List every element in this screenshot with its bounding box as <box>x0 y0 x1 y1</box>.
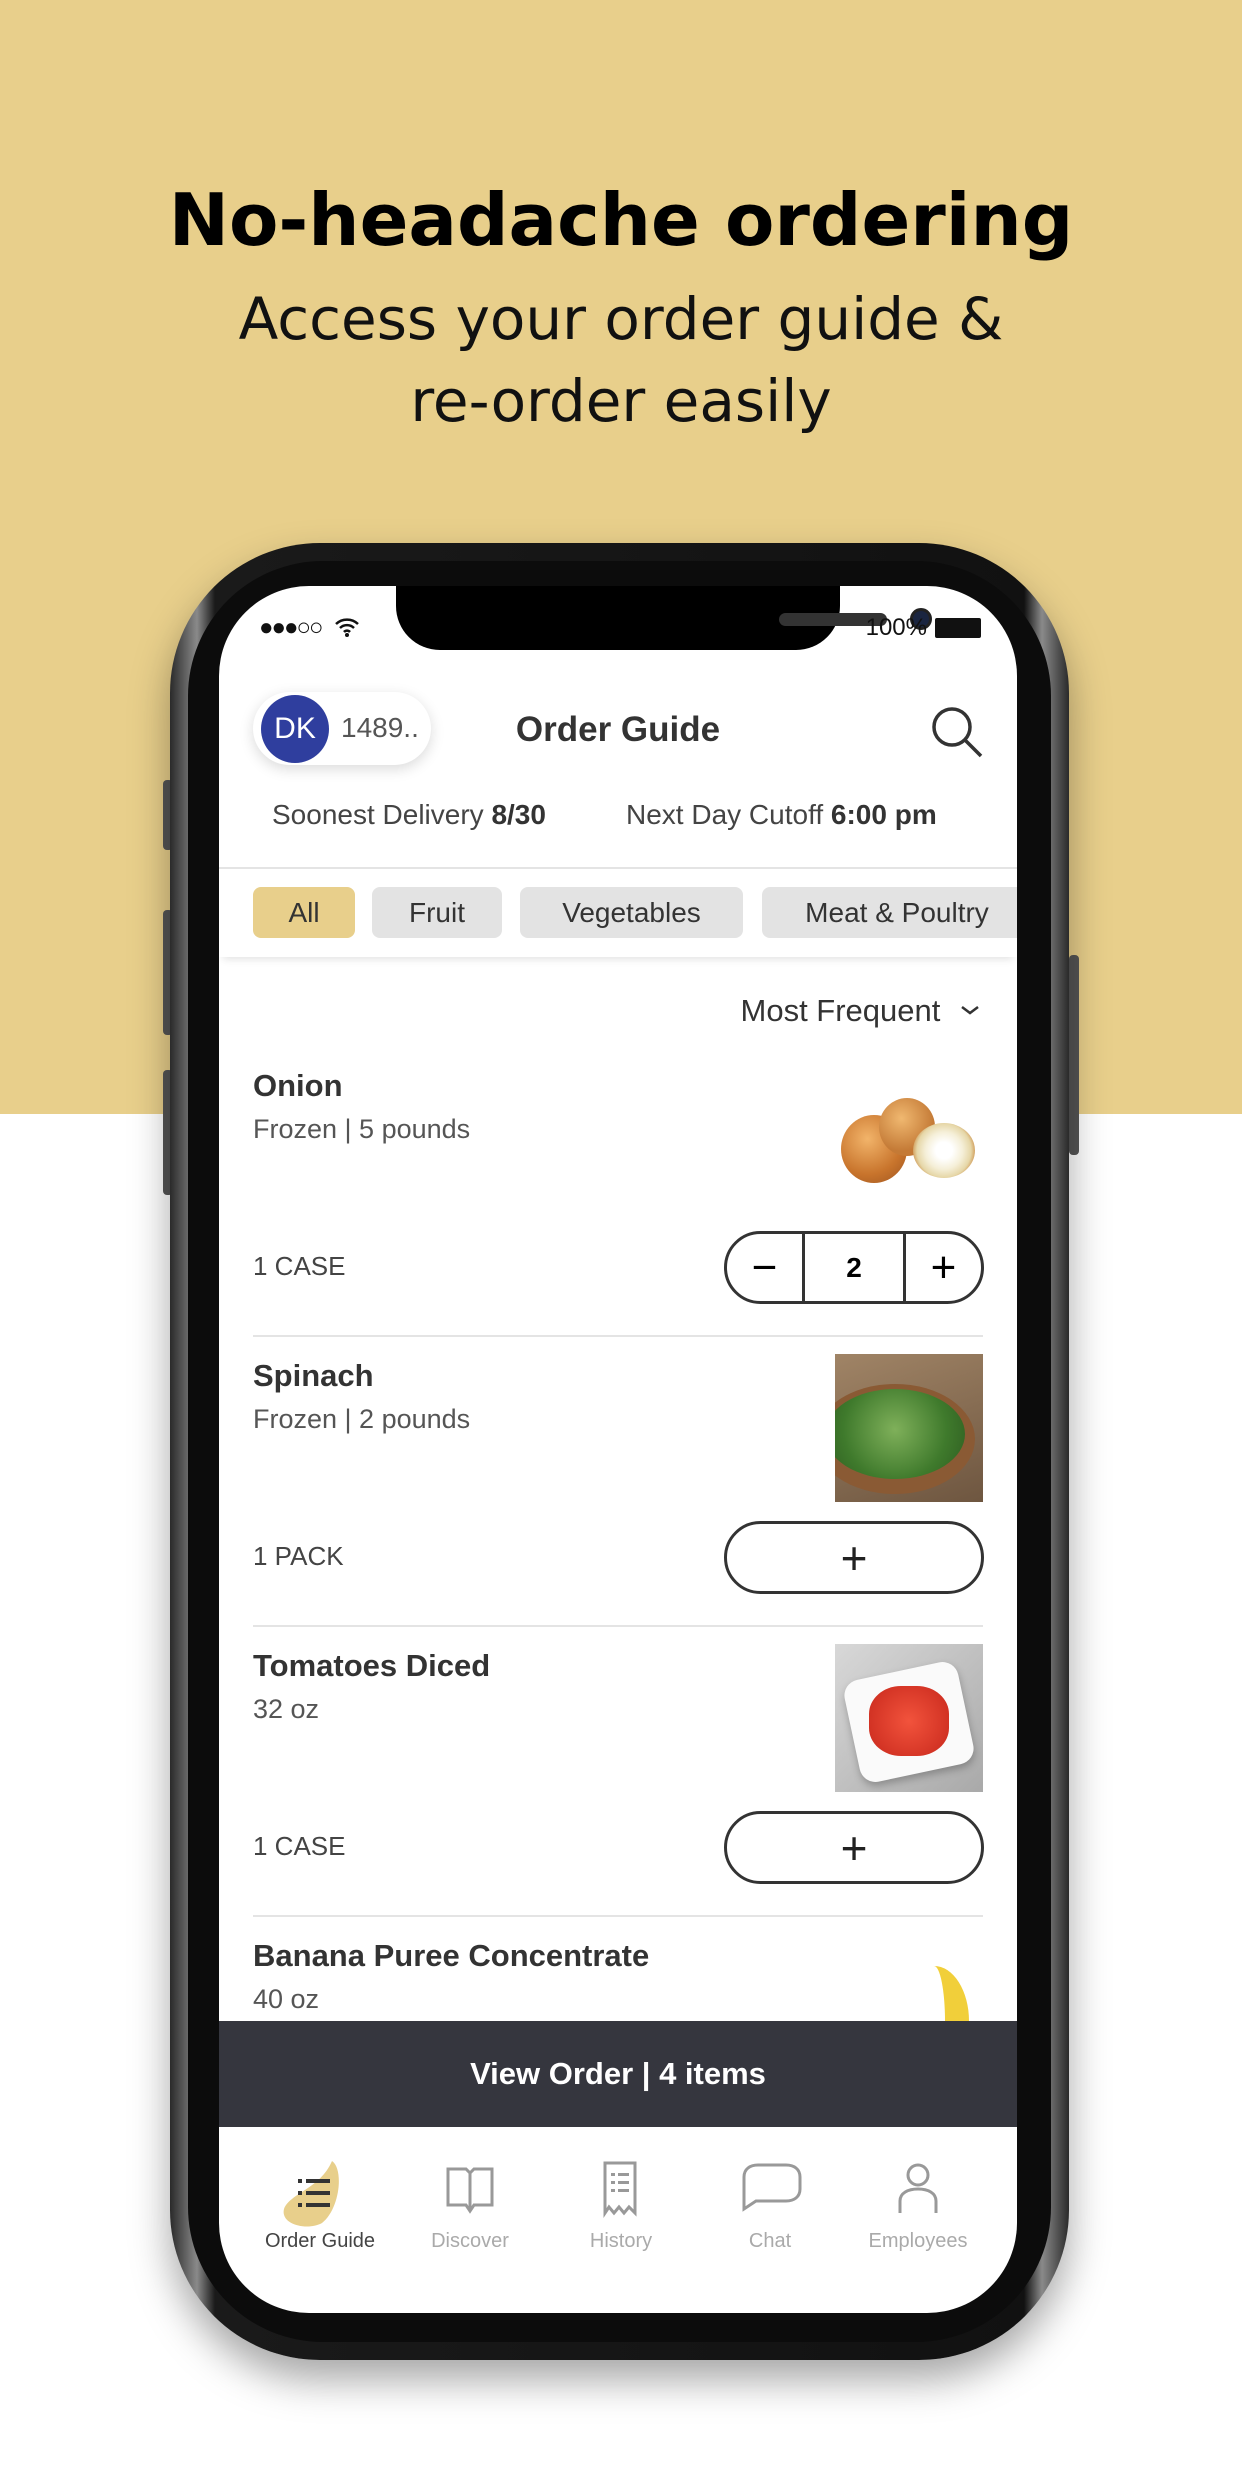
quantity-stepper: − 2 + <box>724 1231 984 1304</box>
view-order-button[interactable]: View Order | 4 items <box>219 2021 1017 2127</box>
page-title: Order Guide <box>515 710 721 749</box>
wifi-icon <box>335 618 360 637</box>
list-item: Tomatoes Diced 32 oz 1 CASE + <box>219 1636 1017 1926</box>
tab-label: Order Guide <box>264 2230 376 2252</box>
sort-dropdown[interactable]: Most Frequent <box>741 993 982 1029</box>
item-name: Onion <box>253 1068 343 1103</box>
hero-title: No-headache ordering <box>168 178 1074 262</box>
next-day-cutoff: Next Day Cutoff 6:00 pm <box>626 799 937 830</box>
phone-screen: ●●●○○ 100% DK 1489.. Order Guide Soonest… <box>219 586 1017 2313</box>
hero-subtitle-line1: Access your order guide & <box>238 285 1004 353</box>
tab-label: Chat <box>748 2230 792 2252</box>
hero-subtitle-line2: re-order easily <box>410 367 832 435</box>
book-open-icon <box>446 2167 494 2214</box>
list-item: Onion Frozen | 5 pounds 1 CASE − 2 + <box>219 1056 1017 1346</box>
item-detail: Frozen | 2 pounds <box>253 1404 471 1434</box>
chip-fruit[interactable]: Fruit <box>372 887 502 938</box>
chevron-down-icon <box>961 1006 979 1015</box>
quantity-value[interactable]: 2 <box>802 1234 906 1301</box>
category-filter-bar: All Fruit Vegetables Meat & Poultry <box>219 869 1017 957</box>
spinach-image <box>835 1354 983 1502</box>
battery-status: 100% <box>866 614 981 642</box>
item-detail: Frozen | 5 pounds <box>253 1114 471 1144</box>
signal-strength: ●●●○○ <box>259 614 360 642</box>
chip-all[interactable]: All <box>253 887 355 938</box>
divider <box>253 1625 983 1627</box>
item-unit: 1 CASE <box>253 1831 346 1861</box>
list-item: Spinach Frozen | 2 pounds 1 PACK + <box>219 1346 1017 1636</box>
item-unit: 1 CASE <box>253 1251 346 1281</box>
notch <box>396 586 932 650</box>
tomatoes-image <box>835 1644 983 1792</box>
divider <box>253 1915 983 1917</box>
onion-image <box>839 1093 979 1188</box>
item-detail: 40 oz <box>253 1984 320 2014</box>
chat-bubble-icon <box>742 2163 802 2212</box>
decrement-button[interactable]: − <box>727 1234 802 1301</box>
divider <box>253 1335 983 1337</box>
tab-label: History <box>589 2230 653 2252</box>
item-name: Spinach <box>253 1358 374 1393</box>
soonest-delivery: Soonest Delivery 8/30 <box>272 799 546 830</box>
person-icon <box>898 2163 938 2213</box>
item-name: Tomatoes Diced <box>253 1648 491 1683</box>
item-unit: 1 PACK <box>253 1541 344 1571</box>
tab-label: Employees <box>868 2230 968 2252</box>
tab-label: Discover <box>431 2230 509 2252</box>
phone-power-button <box>1069 955 1079 1155</box>
increment-button[interactable]: + <box>906 1234 981 1301</box>
search-icon[interactable] <box>929 704 985 760</box>
item-detail: 32 oz <box>253 1694 320 1724</box>
banana-image <box>919 1956 979 2026</box>
item-name: Banana Puree Concentrate <box>253 1938 650 1973</box>
add-to-order-button[interactable]: + <box>724 1811 984 1884</box>
receipt-icon <box>603 2161 637 2218</box>
list-icon <box>283 2161 339 2227</box>
chip-meat-poultry[interactable]: Meat & Poultry <box>762 887 1017 938</box>
battery-icon <box>935 618 981 638</box>
chip-vegetables[interactable]: Vegetables <box>520 887 743 938</box>
add-to-order-button[interactable]: + <box>724 1521 984 1594</box>
